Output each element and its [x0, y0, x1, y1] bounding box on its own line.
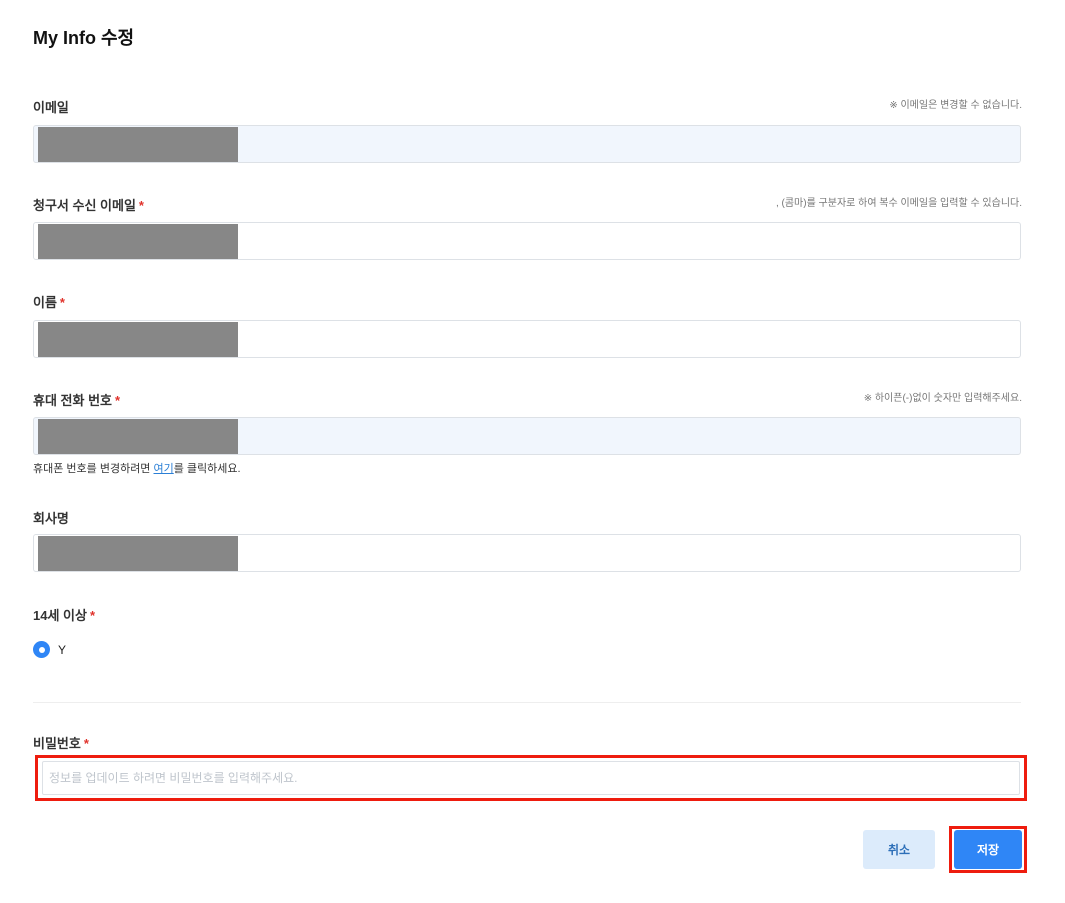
age14-option-label: Y	[58, 642, 67, 657]
name-label-text: 이름	[33, 295, 57, 310]
name-label: 이름 *	[33, 292, 65, 311]
age14-label-text: 14세 이상	[33, 608, 87, 623]
masked-value	[38, 322, 238, 357]
phone-label: 휴대 전화 번호 *	[33, 390, 120, 409]
company-label: 회사명	[33, 508, 69, 527]
cancel-button[interactable]: 취소	[863, 830, 935, 869]
phone-field	[33, 417, 1021, 455]
section-divider	[33, 702, 1021, 703]
masked-value	[38, 224, 238, 259]
required-mark: *	[89, 608, 96, 623]
age14-label: 14세 이상 *	[33, 605, 95, 624]
billing-email-hint: , (콤마)를 구분자로 하여 복수 이메일을 입력할 수 있습니다.	[775, 198, 1022, 209]
password-label: 비밀번호 *	[33, 733, 89, 752]
save-highlight-box: 저장	[949, 826, 1027, 873]
company-field[interactable]	[33, 534, 1021, 572]
email-label-text: 이메일	[33, 100, 69, 115]
masked-value	[38, 127, 238, 162]
password-label-text: 비밀번호	[33, 736, 81, 751]
billing-email-field[interactable]	[33, 222, 1021, 260]
phone-change-note: 휴대폰 번호를 변경하려면 여기를 클릭하세요.	[33, 460, 241, 476]
billing-email-label: 청구서 수신 이메일 *	[33, 195, 144, 214]
email-label: 이메일	[33, 97, 69, 116]
radio-selected-icon[interactable]	[33, 641, 50, 658]
billing-email-label-text: 청구서 수신 이메일	[33, 198, 136, 213]
masked-value	[38, 419, 238, 454]
phone-note-prefix: 휴대폰 번호를 변경하려면	[33, 463, 154, 475]
email-field	[33, 125, 1021, 163]
masked-value	[38, 536, 238, 571]
name-field[interactable]	[33, 320, 1021, 358]
phone-change-link[interactable]: 여기	[154, 463, 174, 475]
radio-dot	[38, 646, 45, 653]
phone-hint: ※ 하이픈(-)없이 숫자만 입력해주세요.	[863, 393, 1022, 404]
phone-label-text: 휴대 전화 번호	[33, 393, 112, 408]
required-mark: *	[59, 295, 65, 310]
password-highlight-box	[35, 755, 1027, 801]
company-label-text: 회사명	[33, 511, 69, 526]
my-info-edit-page: My Info 수정 이메일 ※ 이메일은 변경할 수 없습니다. 청구서 수신…	[0, 0, 1065, 903]
phone-note-suffix: 를 클릭하세요.	[173, 463, 241, 475]
password-input[interactable]	[42, 761, 1020, 795]
required-mark: *	[83, 736, 89, 751]
email-hint: ※ 이메일은 변경할 수 없습니다.	[889, 100, 1022, 111]
required-mark: *	[114, 393, 121, 408]
required-mark: *	[138, 198, 144, 213]
save-button[interactable]: 저장	[954, 830, 1022, 869]
page-title: My Info 수정	[33, 28, 135, 48]
age14-radio-option[interactable]: Y	[33, 641, 66, 658]
